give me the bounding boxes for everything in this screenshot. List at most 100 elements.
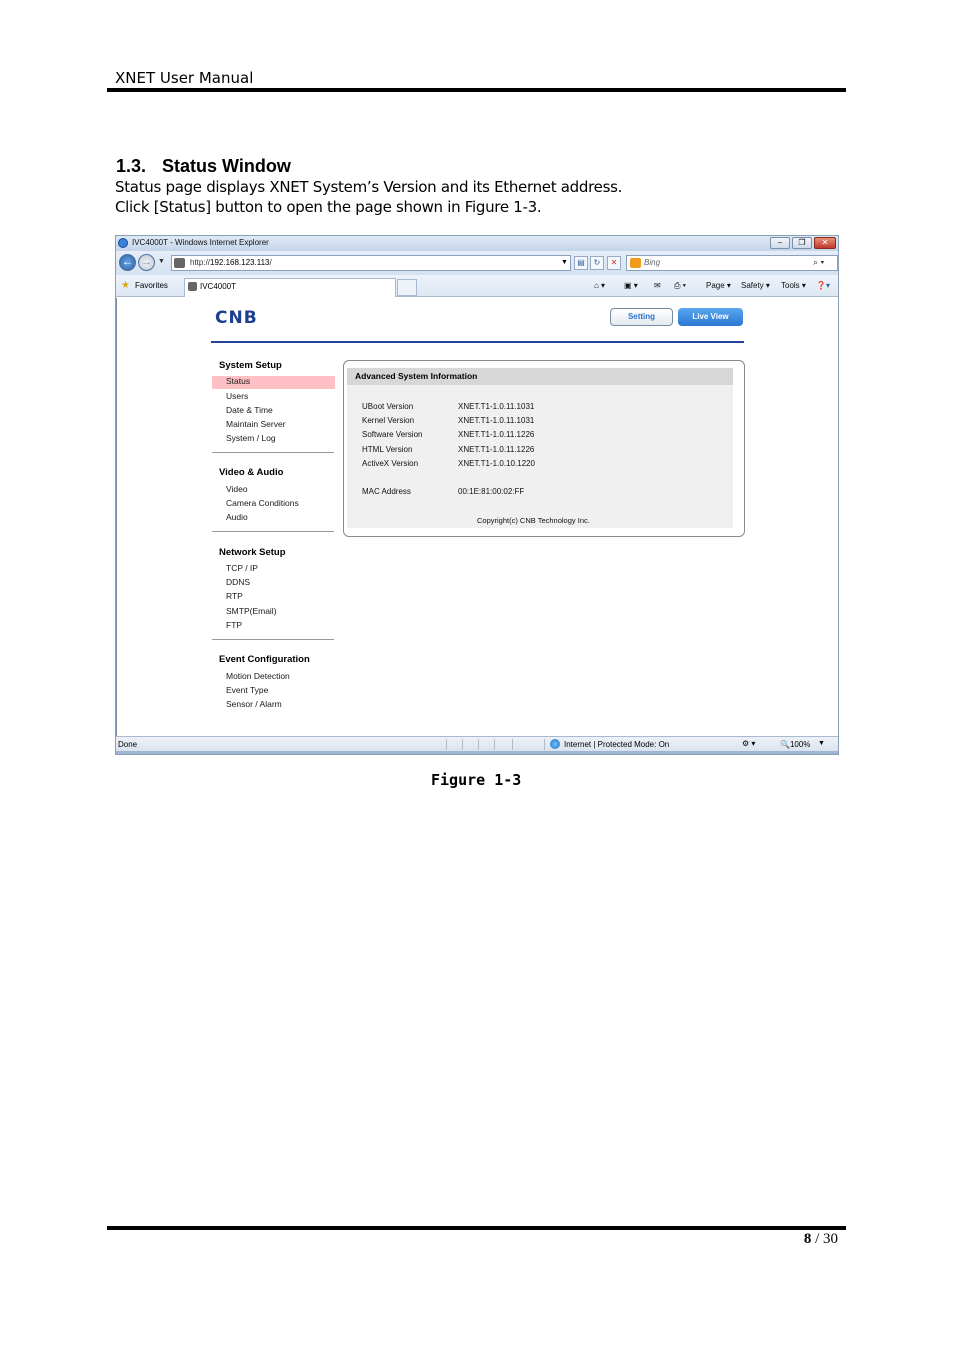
tab-page-icon <box>188 282 197 291</box>
sidebar-item-ftp[interactable]: FTP <box>226 620 242 630</box>
sidebar-divider <box>212 639 334 640</box>
favorites-button[interactable]: Favorites <box>135 281 168 290</box>
header-divider <box>211 341 744 343</box>
info-value: XNET.T1-1.0.11.1226 <box>458 445 535 454</box>
print-icon[interactable]: ⎙ ▾ <box>674 281 686 291</box>
sidebar-heading-system-setup: System Setup <box>219 360 282 371</box>
feeds-icon[interactable]: ▣ ▾ <box>624 281 638 290</box>
address-bar: ← → ▼ http://192.168.123.113/ ▼ ▤ ↻ ✕ Bi… <box>116 251 838 275</box>
manual-header-title: XNET User Manual <box>115 69 254 87</box>
sidebar-item-rtp[interactable]: RTP <box>226 591 243 601</box>
help-icon[interactable]: ❓▾ <box>816 281 830 290</box>
sidebar-divider <box>212 531 334 532</box>
paragraph-2: Click [Status] button to open the page s… <box>115 198 542 216</box>
section-title-text: Status Window <box>162 156 291 176</box>
mac-label: MAC Address <box>362 487 411 496</box>
paragraph-1: Status page displays XNET System’s Versi… <box>115 178 623 196</box>
info-label: Kernel Version <box>362 416 415 425</box>
refresh-icon[interactable]: ↻ <box>590 256 604 270</box>
sidebar-heading-event-configuration: Event Configuration <box>219 654 310 665</box>
favorites-bar: ★ Favorites IVC4000T ⌂ ▾ ▣ ▾ ✉ ⎙ ▾ Page … <box>116 275 838 297</box>
panel-title: Advanced System Information <box>347 368 733 385</box>
section-title: 1.3. Status Window <box>116 156 291 177</box>
safety-menu[interactable]: Safety ▾ <box>741 281 770 290</box>
sidebar-item-sensor-alarm[interactable]: Sensor / Alarm <box>226 699 282 709</box>
status-divider <box>446 739 447 750</box>
footer-rule <box>107 1226 846 1230</box>
zoom-level[interactable]: 🔍100% <box>780 740 810 749</box>
tools-menu[interactable]: Tools ▾ <box>781 281 806 290</box>
live-view-button[interactable]: Live View <box>678 308 743 326</box>
header-rule <box>107 88 846 92</box>
bing-icon <box>630 258 641 268</box>
stop-icon[interactable]: ✕ <box>607 256 621 270</box>
figure-screenshot: IVC4000T - Windows Internet Explorer – ❐… <box>115 235 839 755</box>
zoom-dropdown-icon[interactable]: ▼ <box>818 740 825 747</box>
section-number: 1.3. <box>116 156 147 176</box>
search-icon[interactable]: ⌕ ▾ <box>813 257 824 268</box>
sidebar-item-tcp-ip[interactable]: TCP / IP <box>226 563 258 573</box>
sidebar-item-camera-conditions[interactable]: Camera Conditions <box>226 498 299 508</box>
info-value: XNET.T1-1.0.11.1031 <box>458 416 535 425</box>
sidebar-heading-network-setup: Network Setup <box>219 547 286 558</box>
sidebar-item-video[interactable]: Video <box>226 484 248 494</box>
page-icon <box>174 258 185 268</box>
add-ons-icon[interactable]: ⚙ ▾ <box>742 739 755 748</box>
tab-label: IVC4000T <box>200 282 237 291</box>
internet-globe-icon <box>550 739 560 749</box>
url-prefix: http:// <box>190 258 211 267</box>
page-total: 30 <box>823 1231 838 1247</box>
favorites-star-icon[interactable]: ★ <box>121 280 130 291</box>
sidebar-item-users[interactable]: Users <box>226 391 248 401</box>
info-value: XNET.T1-1.0.10.1220 <box>458 459 535 468</box>
info-value: XNET.T1-1.0.11.1031 <box>458 402 535 411</box>
window-titlebar: IVC4000T - Windows Internet Explorer – ❐… <box>116 236 838 251</box>
security-zone[interactable]: Internet | Protected Mode: On <box>564 740 669 749</box>
status-divider <box>544 739 545 750</box>
info-label: Software Version <box>362 430 423 439</box>
status-divider <box>462 739 463 750</box>
sidebar-item-status[interactable]: Status <box>212 376 335 389</box>
sidebar-item-system-log[interactable]: System / Log <box>226 433 276 443</box>
close-icon[interactable]: ✕ <box>814 237 836 249</box>
info-label: ActiveX Version <box>362 459 419 468</box>
new-tab-button[interactable] <box>397 279 417 296</box>
sidebar-item-ddns[interactable]: DDNS <box>226 577 250 587</box>
url-input[interactable]: http://192.168.123.113/ <box>171 255 571 271</box>
restore-icon[interactable]: ❐ <box>792 237 812 249</box>
page-number: 8 / 30 <box>760 1231 838 1248</box>
info-value: XNET.T1-1.0.11.1226 <box>458 430 535 439</box>
home-icon[interactable]: ⌂ ▾ <box>594 281 605 290</box>
url-dropdown-icon[interactable]: ▼ <box>561 259 568 266</box>
sidebar-item-event-type[interactable]: Event Type <box>226 685 268 695</box>
history-dropdown-icon[interactable]: ▼ <box>158 258 165 265</box>
setting-button[interactable]: Setting <box>610 308 673 326</box>
cnb-logo: CNB <box>215 308 258 328</box>
sidebar-item-motion-detection[interactable]: Motion Detection <box>226 671 290 681</box>
mac-value: 00:1E:81:00:02:FF <box>458 487 525 496</box>
copyright-text: Copyright(c) CNB Technology Inc. <box>477 516 590 525</box>
status-divider <box>478 739 479 750</box>
web-content: CNB Setting Live View System Setup Statu… <box>116 298 838 736</box>
status-text: Done <box>118 740 138 749</box>
sidebar-item-date-time[interactable]: Date & Time <box>226 405 273 415</box>
window-title: IVC4000T - Windows Internet Explorer <box>132 238 269 247</box>
sidebar-item-maintain-server[interactable]: Maintain Server <box>226 419 286 429</box>
forward-arrow-icon[interactable]: → <box>138 254 155 271</box>
sidebar-heading-video-audio: Video & Audio <box>219 467 284 478</box>
sidebar-item-audio[interactable]: Audio <box>226 512 248 522</box>
url-host: 192.168.123.113 <box>210 258 270 267</box>
status-divider <box>494 739 495 750</box>
browser-status-bar: Done Internet | Protected Mode: On ⚙ ▾ 🔍… <box>116 736 838 751</box>
sidebar-divider <box>212 452 334 453</box>
ie-logo-icon <box>118 238 128 248</box>
back-arrow-icon[interactable]: ← <box>119 254 136 271</box>
status-divider <box>512 739 513 750</box>
sidebar-item-smtp[interactable]: SMTP(Email) <box>226 606 277 616</box>
info-label: HTML Version <box>362 445 413 454</box>
minimize-icon[interactable]: – <box>770 237 790 249</box>
mail-icon[interactable]: ✉ <box>654 281 661 290</box>
search-input[interactable]: Bing <box>626 255 838 271</box>
page-menu[interactable]: Page ▾ <box>706 281 731 290</box>
compat-view-icon[interactable]: ▤ <box>574 256 588 270</box>
